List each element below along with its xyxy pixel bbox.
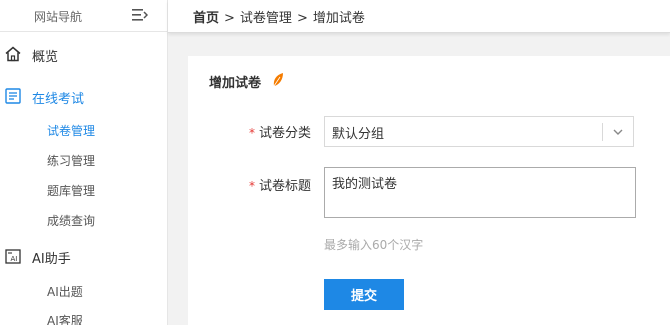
category-select-value: 默认分组 bbox=[332, 127, 385, 142]
nav-item-label: 概览 bbox=[32, 50, 59, 65]
menu-toggle-icon[interactable] bbox=[132, 8, 148, 22]
nav-item-online-exam[interactable]: 在线考试 bbox=[0, 81, 167, 111]
sidebar-item-practice-management[interactable]: 练习管理 bbox=[0, 147, 167, 173]
sidebar-item-question-bank[interactable]: 题库管理 bbox=[0, 177, 167, 203]
category-label: * 试卷分类 bbox=[249, 122, 311, 141]
breadcrumb-home-link[interactable]: 首页 bbox=[193, 11, 219, 26]
sidebar-header: 网站导航 bbox=[0, 0, 167, 32]
page-title: 增加试卷 bbox=[209, 76, 262, 91]
breadcrumb-separator: > bbox=[224, 11, 235, 26]
chevron-down-icon[interactable] bbox=[611, 125, 625, 139]
svg-text:AI: AI bbox=[11, 255, 18, 263]
sidebar-title: 网站导航 bbox=[33, 10, 82, 24]
top-bar: 首页 > 试卷管理 > 增加试卷 bbox=[168, 0, 670, 33]
category-label-text: 试卷分类 bbox=[259, 126, 312, 141]
nav-item-label: AI助手 bbox=[32, 252, 71, 267]
paper-title-input[interactable]: 我的测试卷 bbox=[324, 167, 636, 218]
title-hint: 最多输入60个汉字 bbox=[324, 238, 424, 252]
sub-item-label: 成绩查询 bbox=[47, 214, 96, 228]
sidebar-item-score-query[interactable]: 成绩查询 bbox=[0, 207, 167, 233]
sub-item-label: 试卷管理 bbox=[47, 124, 96, 138]
sub-item-label: 题库管理 bbox=[47, 184, 96, 198]
nav-item-ai-assistant[interactable]: AI AI助手 bbox=[0, 241, 167, 271]
category-select[interactable]: 默认分组 bbox=[324, 116, 634, 147]
sidebar-item-ai-support[interactable]: AI客服 bbox=[0, 307, 167, 325]
nav-item-label: 在线考试 bbox=[32, 92, 85, 107]
sidebar-item-paper-management[interactable]: 试卷管理 bbox=[0, 117, 167, 143]
breadcrumb-separator: > bbox=[296, 11, 308, 26]
title-label: * 试卷标题 bbox=[249, 175, 311, 194]
required-mark: * bbox=[249, 126, 255, 140]
sidebar: 网站导航 概览 在线考试 试卷管理 练习管理 题库管理 成绩查询 AI AI助手… bbox=[0, 0, 168, 325]
home-icon bbox=[5, 46, 21, 62]
breadcrumb-current: 增加试卷 bbox=[312, 11, 365, 26]
breadcrumb-paper-management-link[interactable]: 试卷管理 bbox=[240, 11, 292, 26]
leaf-icon bbox=[273, 73, 283, 87]
breadcrumb: 首页 > 试卷管理 > 增加试卷 bbox=[193, 7, 365, 26]
sub-item-label: AI客服 bbox=[47, 314, 83, 325]
required-mark: * bbox=[249, 179, 255, 193]
nav-item-overview[interactable]: 概览 bbox=[0, 39, 167, 69]
sidebar-item-ai-question-gen[interactable]: AI出题 bbox=[0, 278, 167, 304]
submit-button[interactable]: 提交 bbox=[324, 279, 404, 310]
sub-item-label: AI出题 bbox=[47, 285, 83, 299]
select-divider bbox=[602, 123, 603, 141]
ai-icon: AI bbox=[5, 249, 21, 264]
title-label-text: 试卷标题 bbox=[259, 179, 312, 194]
add-paper-card: 增加试卷 * 试卷分类 默认分组 * 试卷标题 我的测试卷 最多输入60个汉字 提交 bbox=[188, 56, 670, 325]
exam-list-icon bbox=[5, 88, 21, 104]
sub-item-label: 练习管理 bbox=[47, 154, 96, 168]
